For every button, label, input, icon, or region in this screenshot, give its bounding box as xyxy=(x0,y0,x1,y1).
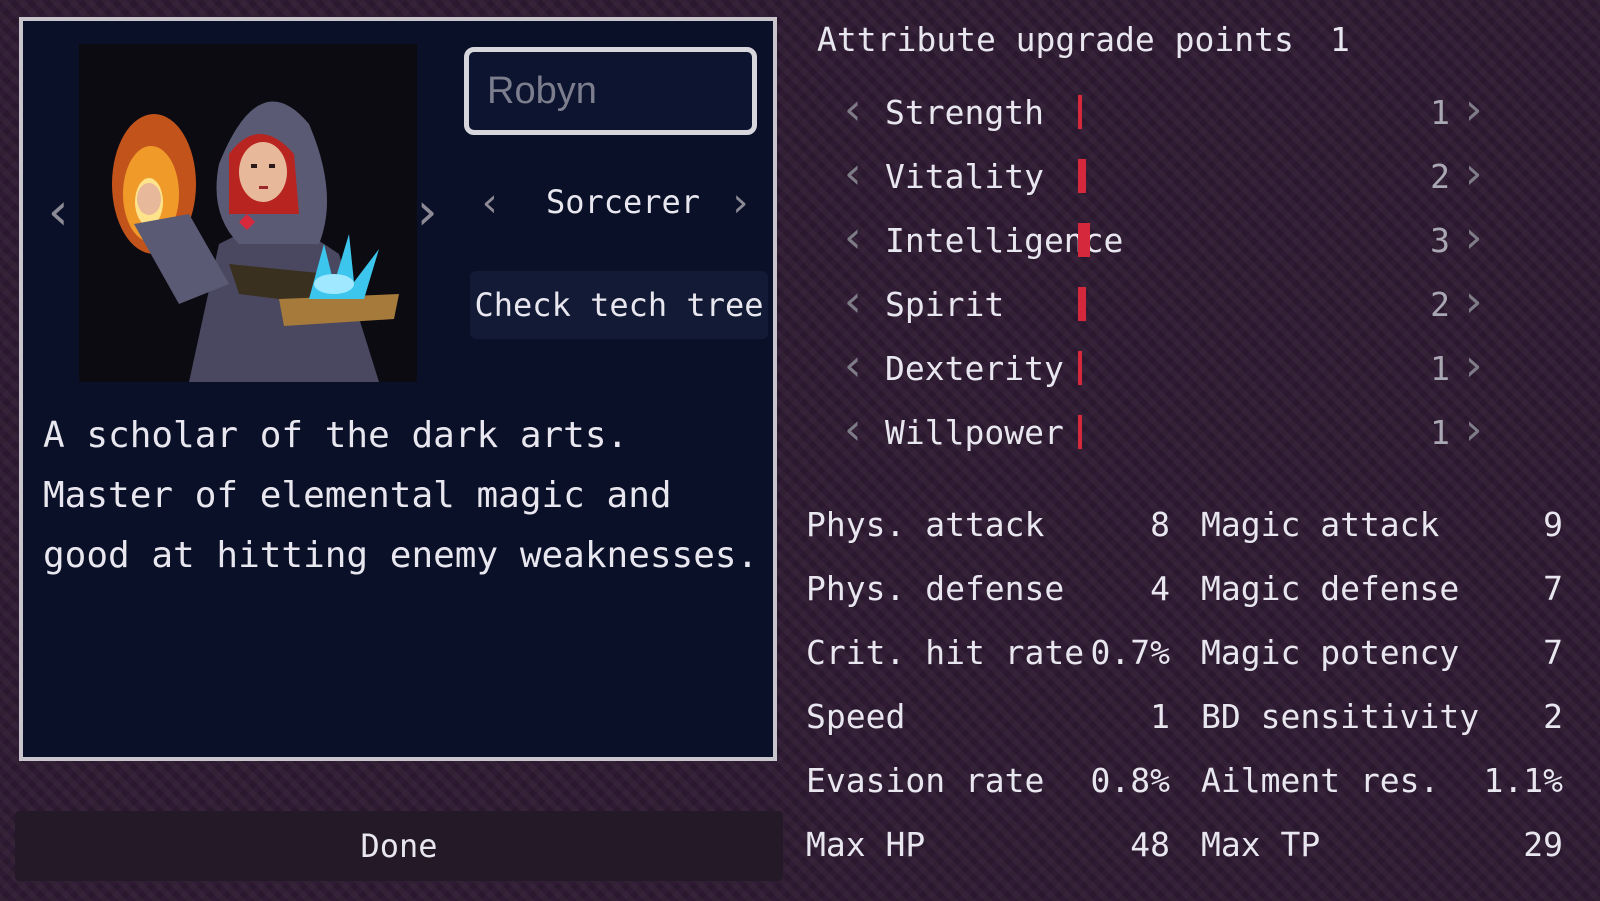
stat-value: 2 xyxy=(1543,697,1563,736)
attribute-row-willpower: ‹ Willpower 1 › xyxy=(840,405,1500,455)
attribute-row-dexterity: ‹ Dexterity 1 › xyxy=(840,341,1500,391)
increase-dexterity-icon[interactable]: › xyxy=(1460,341,1487,391)
stat-name: Crit. hit rate xyxy=(806,633,1085,672)
stat-bd-sensitivity: BD sensitivity 2 xyxy=(1201,697,1563,743)
increase-strength-icon[interactable]: › xyxy=(1460,85,1487,135)
stat-speed: Speed 1 xyxy=(806,697,1170,743)
stat-ailment-res: Ailment res. 1.1% xyxy=(1201,761,1563,807)
stat-max-hp: Max HP 48 xyxy=(806,825,1170,871)
upgrade-points-value: 1 xyxy=(1330,20,1350,59)
attribute-value: 2 xyxy=(1430,285,1450,324)
attribute-row-intelligence: ‹ Intelligence 3 › xyxy=(840,213,1500,263)
attribute-name: Willpower xyxy=(885,413,1064,452)
stat-name: BD sensitivity xyxy=(1201,697,1480,736)
decrease-strength-icon[interactable]: ‹ xyxy=(840,85,867,135)
stat-name: Evasion rate xyxy=(806,761,1045,800)
stat-magic-attack: Magic attack 9 xyxy=(1201,505,1563,551)
increase-willpower-icon[interactable]: › xyxy=(1460,405,1487,455)
stat-name: Max HP xyxy=(806,825,926,864)
stat-name: Magic attack xyxy=(1201,505,1440,544)
attribute-bar xyxy=(1078,415,1082,449)
stat-evasion-rate: Evasion rate 0.8% xyxy=(806,761,1170,807)
increase-spirit-icon[interactable]: › xyxy=(1460,277,1487,327)
stat-phys-defense: Phys. defense 4 xyxy=(806,569,1170,615)
decrease-intelligence-icon[interactable]: ‹ xyxy=(840,213,867,263)
attribute-value: 3 xyxy=(1430,221,1450,260)
stat-name: Max TP xyxy=(1201,825,1321,864)
attribute-bar xyxy=(1078,95,1082,129)
stat-value: 1.1% xyxy=(1483,761,1563,800)
stat-value: 48 xyxy=(1130,825,1170,864)
portrait-next-arrow-icon[interactable]: › xyxy=(411,186,442,238)
check-tech-tree-button[interactable]: Check tech tree xyxy=(470,271,768,339)
stat-name: Speed xyxy=(806,697,906,736)
attribute-value: 1 xyxy=(1430,413,1450,452)
stat-name: Magic potency xyxy=(1201,633,1460,672)
stat-value: 7 xyxy=(1543,569,1563,608)
portrait-prev-arrow-icon[interactable]: ‹ xyxy=(43,186,74,238)
increase-vitality-icon[interactable]: › xyxy=(1460,149,1487,199)
increase-intelligence-icon[interactable]: › xyxy=(1460,213,1487,263)
decrease-dexterity-icon[interactable]: ‹ xyxy=(840,341,867,391)
done-button[interactable]: Done xyxy=(15,811,783,881)
stat-name: Magic defense xyxy=(1201,569,1460,608)
stat-magic-defense: Magic defense 7 xyxy=(1201,569,1563,615)
stat-value: 9 xyxy=(1543,505,1563,544)
attribute-bar xyxy=(1078,223,1090,257)
stat-value: 4 xyxy=(1150,569,1170,608)
stat-max-tp: Max TP 29 xyxy=(1201,825,1563,871)
stat-value: 7 xyxy=(1543,633,1563,672)
attribute-value: 1 xyxy=(1430,93,1450,132)
class-description: A scholar of the dark arts. Master of el… xyxy=(43,415,759,576)
character-portrait xyxy=(79,44,417,382)
upgrade-points-label: Attribute upgrade points xyxy=(817,20,1294,59)
attribute-value: 2 xyxy=(1430,157,1450,196)
character-panel: ‹ › Robyn ‹ Sorcerer › Check tech tree A… xyxy=(19,17,777,761)
stat-name: Ailment res. xyxy=(1201,761,1440,800)
attribute-bar xyxy=(1078,287,1086,321)
stat-value: 29 xyxy=(1523,825,1563,864)
attribute-value: 1 xyxy=(1430,349,1450,388)
attribute-name: Strength xyxy=(885,93,1044,132)
stat-name: Phys. defense xyxy=(806,569,1065,608)
class-selector: ‹ Sorcerer › xyxy=(478,181,768,229)
attribute-bar xyxy=(1078,351,1082,385)
attribute-row-vitality: ‹ Vitality 2 › xyxy=(840,149,1500,199)
attribute-name: Vitality xyxy=(885,157,1044,196)
stat-value: 0.7% xyxy=(1090,633,1170,672)
stat-value: 1 xyxy=(1150,697,1170,736)
stat-phys-attack: Phys. attack 8 xyxy=(806,505,1170,551)
class-next-arrow-icon[interactable]: › xyxy=(728,183,752,223)
class-name: Sorcerer xyxy=(545,183,701,221)
decrease-spirit-icon[interactable]: ‹ xyxy=(840,277,867,327)
stat-magic-potency: Magic potency 7 xyxy=(1201,633,1563,679)
character-name-input[interactable] xyxy=(464,47,757,135)
attribute-bar xyxy=(1078,159,1086,193)
stat-name: Phys. attack xyxy=(806,505,1045,544)
decrease-willpower-icon[interactable]: ‹ xyxy=(840,405,867,455)
attribute-row-strength: ‹ Strength 1 › xyxy=(840,85,1500,135)
stat-crit-hit-rate: Crit. hit rate 0.7% xyxy=(806,633,1170,679)
stat-value: 8 xyxy=(1150,505,1170,544)
attribute-row-spirit: ‹ Spirit 2 › xyxy=(840,277,1500,327)
decrease-vitality-icon[interactable]: ‹ xyxy=(840,149,867,199)
attribute-name: Spirit xyxy=(885,285,1005,324)
sorcerer-portrait-image xyxy=(79,44,417,382)
stat-value: 0.8% xyxy=(1090,761,1170,800)
attribute-name: Dexterity xyxy=(885,349,1064,388)
